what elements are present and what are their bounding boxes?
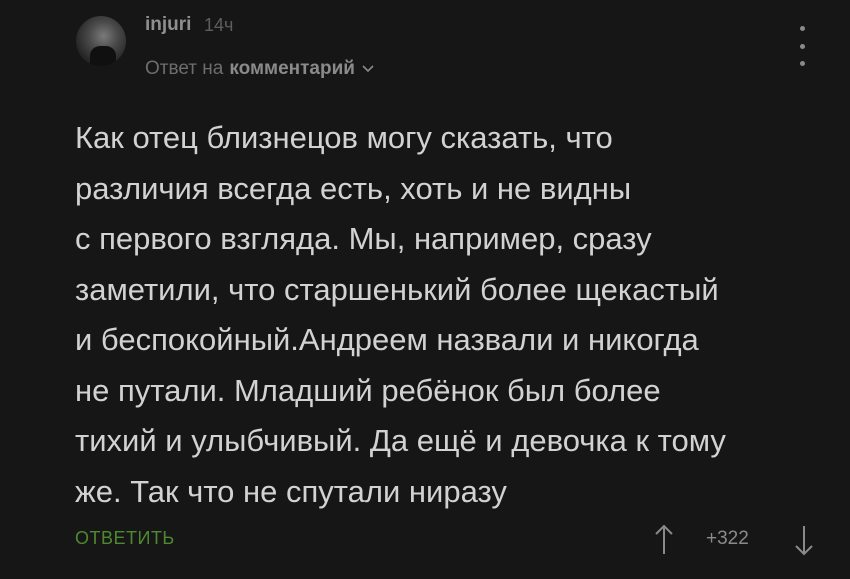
reply-target-link[interactable]: комментарий <box>229 58 355 80</box>
reply-prefix: Ответ на <box>145 58 224 79</box>
menu-dot <box>799 26 805 31</box>
user-avatar[interactable] <box>76 16 126 66</box>
menu-dot <box>799 43 805 49</box>
upvote-button[interactable] <box>650 520 678 560</box>
comment-rating: +322 <box>706 528 749 549</box>
menu-dot <box>799 61 805 66</box>
comment-author[interactable]: injuri <box>145 14 191 36</box>
reply-button[interactable]: ОТВЕТИТЬ <box>75 528 175 549</box>
arrow-up-icon <box>655 524 673 554</box>
chevron-down-icon[interactable] <box>361 62 375 76</box>
reply-context[interactable]: Ответ на комментарий <box>145 58 375 80</box>
comment-card: injuri 14ч Ответ на комментарий Как отец… <box>0 0 850 579</box>
comment-timestamp: 14ч <box>204 15 234 35</box>
comment-body: Как отец близнецов могу сказать, что раз… <box>75 120 726 509</box>
arrow-down-icon <box>795 526 813 556</box>
downvote-button[interactable] <box>790 520 818 560</box>
more-vertical-icon[interactable] <box>790 26 814 66</box>
